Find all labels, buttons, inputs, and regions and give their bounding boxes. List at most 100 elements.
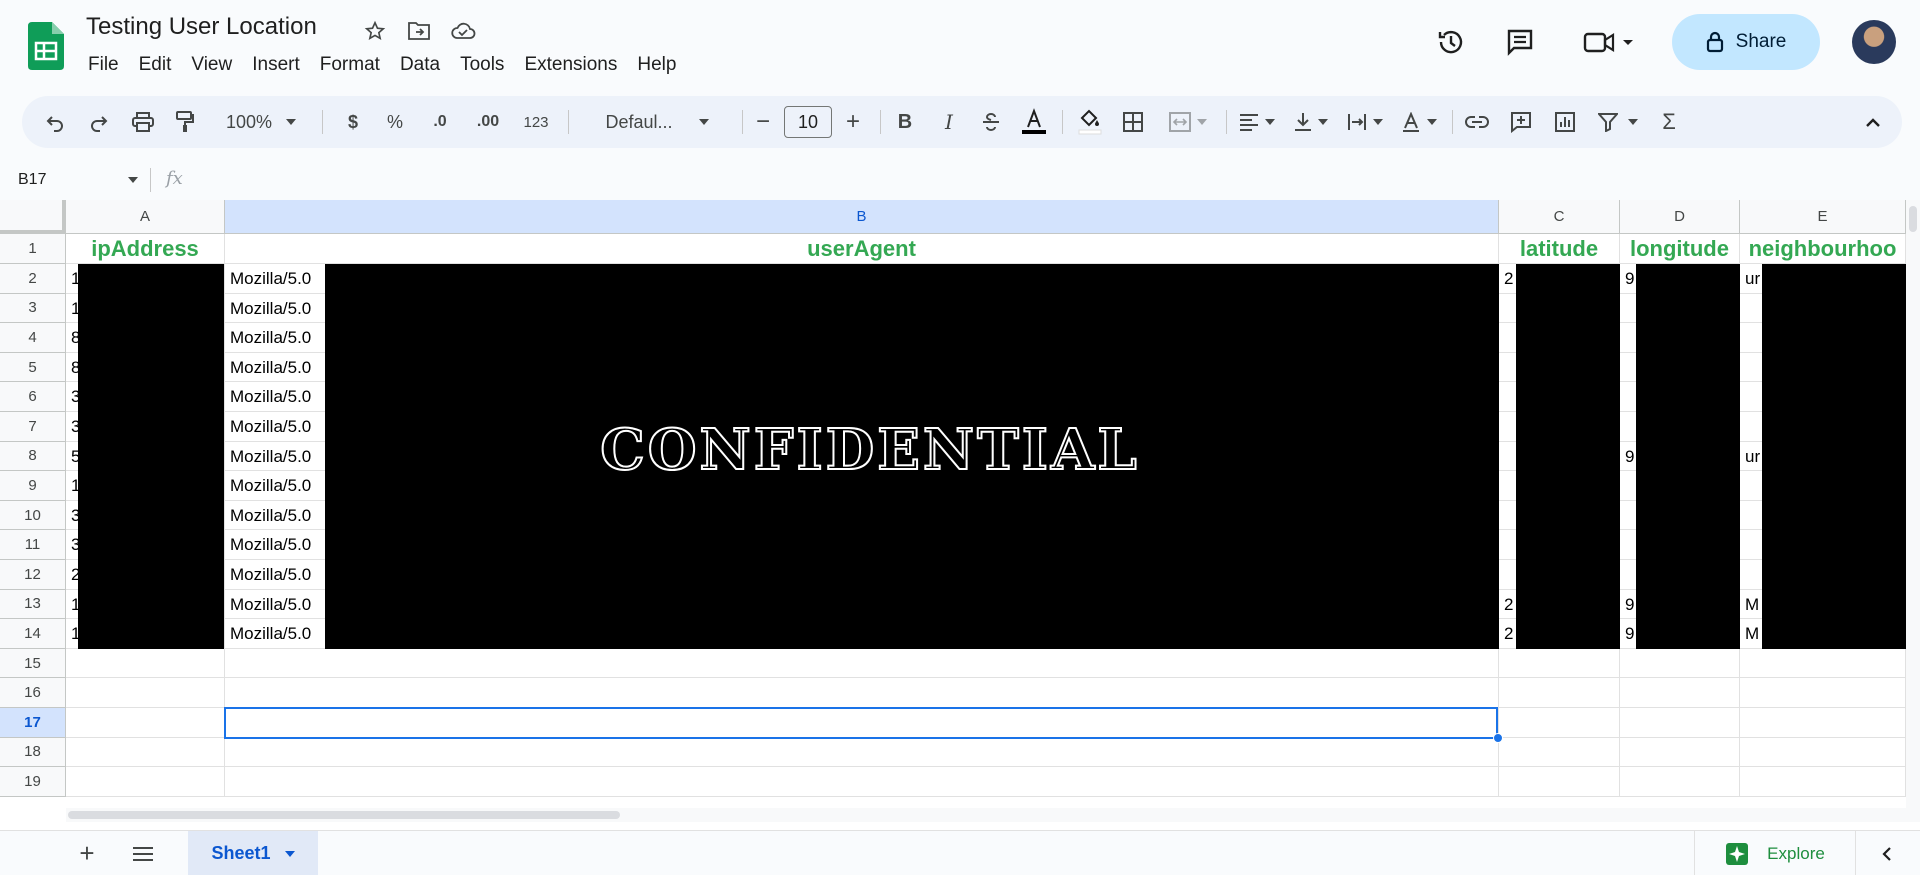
move-folder-icon[interactable] bbox=[404, 16, 434, 46]
more-formats-button[interactable]: 123 bbox=[516, 96, 556, 148]
sheets-logo-icon[interactable] bbox=[28, 22, 64, 70]
cell-c1[interactable]: latitude bbox=[1499, 234, 1620, 264]
row-header[interactable]: 1 bbox=[0, 234, 66, 264]
cell-d18[interactable] bbox=[1620, 737, 1740, 768]
insert-comment-icon[interactable] bbox=[1504, 96, 1538, 148]
decrease-decimal-button[interactable]: .0 bbox=[422, 96, 458, 148]
comments-icon[interactable] bbox=[1502, 24, 1538, 60]
row-header[interactable]: 16 bbox=[0, 678, 66, 708]
row-header[interactable]: 12 bbox=[0, 560, 66, 590]
collapse-toolbar-icon[interactable] bbox=[1858, 96, 1888, 148]
row-header[interactable]: 17 bbox=[0, 708, 66, 738]
row-header[interactable]: 6 bbox=[0, 382, 66, 412]
cell-b15[interactable] bbox=[225, 648, 1499, 679]
cell-c17[interactable] bbox=[1499, 708, 1620, 738]
add-sheet-icon[interactable]: + bbox=[72, 831, 102, 875]
column-header-b[interactable]: B bbox=[225, 200, 1499, 234]
menu-file[interactable]: File bbox=[78, 52, 129, 78]
row-header[interactable]: 11 bbox=[0, 530, 66, 560]
menu-help[interactable]: Help bbox=[627, 52, 686, 78]
row-header[interactable]: 14 bbox=[0, 619, 66, 649]
zoom-select[interactable]: 100% bbox=[216, 96, 306, 148]
row-header[interactable]: 7 bbox=[0, 412, 66, 442]
collapse-side-panel-icon[interactable] bbox=[1872, 831, 1902, 875]
version-history-icon[interactable] bbox=[1433, 24, 1469, 60]
select-all-corner[interactable] bbox=[0, 200, 66, 234]
font-size-decrease-button[interactable]: − bbox=[748, 96, 778, 148]
row-header[interactable]: 18 bbox=[0, 737, 66, 768]
cell-a1[interactable]: ipAddress bbox=[66, 234, 225, 264]
cell-e16[interactable] bbox=[1740, 678, 1906, 708]
menu-data[interactable]: Data bbox=[390, 52, 450, 78]
menu-tools[interactable]: Tools bbox=[450, 52, 514, 78]
cell-c19[interactable] bbox=[1499, 767, 1620, 797]
explore-button[interactable]: Explore bbox=[1694, 831, 1856, 875]
horizontal-scroll-thumb[interactable] bbox=[68, 811, 620, 819]
star-icon[interactable] bbox=[360, 16, 390, 46]
vertical-scroll-thumb[interactable] bbox=[1909, 206, 1917, 232]
column-header-e[interactable]: E bbox=[1740, 200, 1906, 234]
bold-button[interactable]: B bbox=[888, 96, 922, 148]
selected-cell-b17[interactable] bbox=[224, 707, 1498, 739]
insert-link-icon[interactable] bbox=[1460, 96, 1494, 148]
cell-c18[interactable] bbox=[1499, 737, 1620, 768]
cell-c16[interactable] bbox=[1499, 678, 1620, 708]
column-header-c[interactable]: C bbox=[1499, 200, 1620, 234]
undo-icon[interactable] bbox=[38, 96, 72, 148]
borders-icon[interactable] bbox=[1116, 96, 1150, 148]
cell-d17[interactable] bbox=[1620, 708, 1740, 738]
share-button[interactable]: Share bbox=[1672, 14, 1820, 70]
cell-e15[interactable] bbox=[1740, 648, 1906, 679]
cell-d15[interactable] bbox=[1620, 648, 1740, 679]
cloud-saved-icon[interactable] bbox=[448, 16, 478, 46]
sheet-tab-sheet1[interactable]: Sheet1 bbox=[188, 831, 318, 875]
vertical-scrollbar[interactable] bbox=[1906, 200, 1920, 808]
redo-icon[interactable] bbox=[82, 96, 116, 148]
document-title[interactable]: Testing User Location bbox=[86, 13, 317, 41]
column-header-d[interactable]: D bbox=[1620, 200, 1740, 234]
paint-format-icon[interactable] bbox=[168, 96, 202, 148]
column-header-a[interactable]: A bbox=[66, 200, 225, 234]
cell-c15[interactable] bbox=[1499, 648, 1620, 679]
cell-e17[interactable] bbox=[1740, 708, 1906, 738]
cell-e18[interactable] bbox=[1740, 737, 1906, 768]
cell-b16[interactable] bbox=[225, 678, 1499, 708]
menu-format[interactable]: Format bbox=[310, 52, 390, 78]
row-header[interactable]: 9 bbox=[0, 471, 66, 501]
horizontal-align-icon[interactable] bbox=[1232, 96, 1282, 148]
print-icon[interactable] bbox=[126, 96, 160, 148]
spreadsheet-grid[interactable]: A B C D E 1 ipAddress userAgent latitude lon… bbox=[0, 200, 1920, 830]
row-header[interactable]: 8 bbox=[0, 441, 66, 472]
cell-a19[interactable] bbox=[66, 767, 225, 797]
font-size-input[interactable]: 10 bbox=[784, 106, 832, 138]
menu-edit[interactable]: Edit bbox=[129, 52, 182, 78]
fill-color-icon[interactable] bbox=[1072, 96, 1108, 148]
font-size-increase-button[interactable]: + bbox=[836, 96, 870, 148]
cell-a17[interactable] bbox=[66, 708, 225, 738]
filter-icon[interactable] bbox=[1590, 96, 1646, 148]
merge-cells-icon[interactable] bbox=[1160, 96, 1216, 148]
cell-e1[interactable]: neighbourhoo bbox=[1740, 234, 1906, 264]
row-header[interactable]: 13 bbox=[0, 589, 66, 620]
cell-b19[interactable] bbox=[225, 767, 1499, 797]
cell-a16[interactable] bbox=[66, 678, 225, 708]
insert-chart-icon[interactable] bbox=[1548, 96, 1582, 148]
cell-d1[interactable]: longitude bbox=[1620, 234, 1740, 264]
text-wrapping-icon[interactable] bbox=[1340, 96, 1390, 148]
cell-e19[interactable] bbox=[1740, 767, 1906, 797]
vertical-align-icon[interactable] bbox=[1286, 96, 1336, 148]
row-header[interactable]: 10 bbox=[0, 500, 66, 531]
fill-handle[interactable] bbox=[1493, 732, 1503, 743]
cell-b18[interactable] bbox=[225, 737, 1499, 768]
cell-a18[interactable] bbox=[66, 737, 225, 768]
row-header[interactable]: 19 bbox=[0, 767, 66, 797]
text-rotation-icon[interactable] bbox=[1394, 96, 1444, 148]
row-header[interactable]: 5 bbox=[0, 352, 66, 383]
cell-d16[interactable] bbox=[1620, 678, 1740, 708]
menu-insert[interactable]: Insert bbox=[242, 52, 310, 78]
avatar[interactable] bbox=[1852, 20, 1896, 64]
row-header[interactable]: 2 bbox=[0, 264, 66, 294]
meet-video-icon[interactable] bbox=[1580, 24, 1640, 60]
horizontal-scrollbar[interactable] bbox=[66, 808, 1920, 822]
strikethrough-icon[interactable] bbox=[974, 96, 1008, 148]
